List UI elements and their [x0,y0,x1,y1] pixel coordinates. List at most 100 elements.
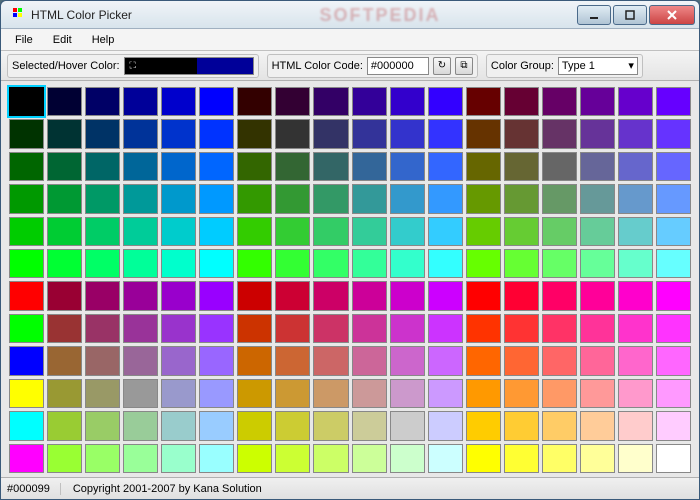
color-cell[interactable] [504,444,539,473]
color-cell[interactable] [390,217,425,246]
maximize-button[interactable] [613,5,647,25]
color-cell[interactable] [542,184,577,213]
color-cell[interactable] [504,119,539,148]
color-cell[interactable] [85,281,120,310]
color-cell[interactable] [237,314,272,343]
color-cell[interactable] [428,119,463,148]
color-cell[interactable] [237,87,272,116]
color-cell[interactable] [618,249,653,278]
color-cell[interactable] [580,184,615,213]
color-cell[interactable] [618,87,653,116]
color-cell[interactable] [618,119,653,148]
color-cell[interactable] [9,249,44,278]
color-cell[interactable] [9,281,44,310]
color-cell[interactable] [390,249,425,278]
color-cell[interactable] [656,444,691,473]
color-cell[interactable] [352,184,387,213]
color-cell[interactable] [352,249,387,278]
color-cell[interactable] [161,444,196,473]
color-cell[interactable] [85,379,120,408]
color-cell[interactable] [199,281,234,310]
color-cell[interactable] [352,444,387,473]
color-cell[interactable] [9,152,44,181]
color-cell[interactable] [275,87,310,116]
color-cell[interactable] [504,184,539,213]
color-cell[interactable] [580,379,615,408]
color-cell[interactable] [47,119,82,148]
color-cell[interactable] [542,249,577,278]
color-cell[interactable] [580,249,615,278]
color-cell[interactable] [275,379,310,408]
color-cell[interactable] [161,379,196,408]
color-cell[interactable] [428,217,463,246]
color-cell[interactable] [85,314,120,343]
color-cell[interactable] [161,217,196,246]
color-cell[interactable] [428,411,463,440]
color-cell[interactable] [47,87,82,116]
color-cell[interactable] [656,411,691,440]
color-cell[interactable] [123,281,158,310]
color-cell[interactable] [542,281,577,310]
color-cell[interactable] [9,379,44,408]
menu-edit[interactable]: Edit [45,32,80,48]
color-cell[interactable] [656,87,691,116]
copy-button[interactable]: ⧉ [455,57,473,75]
color-cell[interactable] [656,217,691,246]
color-cell[interactable] [504,379,539,408]
minimize-button[interactable] [577,5,611,25]
color-cell[interactable] [466,346,501,375]
color-cell[interactable] [428,152,463,181]
color-cell[interactable] [199,379,234,408]
color-cell[interactable] [313,249,348,278]
color-cell[interactable] [580,444,615,473]
color-cell[interactable] [47,152,82,181]
color-cell[interactable] [542,152,577,181]
color-cell[interactable] [390,281,425,310]
color-cell[interactable] [542,87,577,116]
color-cell[interactable] [9,314,44,343]
color-cell[interactable] [390,411,425,440]
color-cell[interactable] [428,346,463,375]
color-cell[interactable] [542,119,577,148]
color-cell[interactable] [123,184,158,213]
color-cell[interactable] [504,217,539,246]
color-cell[interactable] [237,379,272,408]
color-cell[interactable] [390,379,425,408]
color-cell[interactable] [352,346,387,375]
color-cell[interactable] [352,87,387,116]
color-cell[interactable] [237,249,272,278]
color-cell[interactable] [237,217,272,246]
color-cell[interactable] [275,411,310,440]
color-cell[interactable] [580,119,615,148]
color-cell[interactable] [656,314,691,343]
color-cell[interactable] [85,87,120,116]
color-cell[interactable] [275,184,310,213]
color-cell[interactable] [275,281,310,310]
color-cell[interactable] [9,411,44,440]
color-cell[interactable] [85,249,120,278]
color-cell[interactable] [9,119,44,148]
color-cell[interactable] [466,249,501,278]
color-cell[interactable] [47,379,82,408]
color-cell[interactable] [352,119,387,148]
color-cell[interactable] [85,152,120,181]
color-cell[interactable] [275,346,310,375]
color-cell[interactable] [352,411,387,440]
color-cell[interactable] [428,184,463,213]
color-cell[interactable] [656,249,691,278]
color-cell[interactable] [123,379,158,408]
color-cell[interactable] [618,184,653,213]
color-cell[interactable] [275,444,310,473]
color-cell[interactable] [9,444,44,473]
color-cell[interactable] [504,249,539,278]
color-cell[interactable] [123,411,158,440]
color-cell[interactable] [47,346,82,375]
color-cell[interactable] [390,184,425,213]
color-cell[interactable] [618,379,653,408]
color-cell[interactable] [313,314,348,343]
color-cell[interactable] [47,411,82,440]
color-cell[interactable] [199,411,234,440]
color-cell[interactable] [390,119,425,148]
color-cell[interactable] [618,411,653,440]
color-cell[interactable] [580,152,615,181]
